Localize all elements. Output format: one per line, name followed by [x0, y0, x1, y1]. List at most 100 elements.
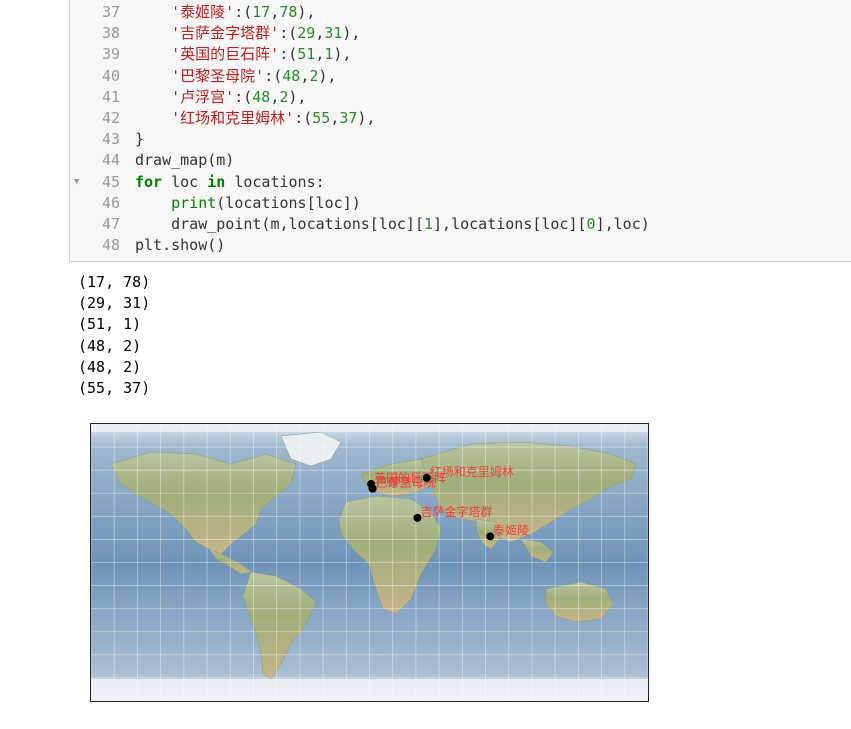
code-token: '泰姬陵': [171, 3, 235, 21]
output-line: (29, 31): [78, 294, 151, 313]
code-token: ,: [330, 109, 340, 127]
code-line[interactable]: 41 '卢浮宫':(48,2),: [70, 87, 850, 108]
code-text: for loc in locations:: [135, 172, 325, 193]
line-number: 39: [101, 45, 120, 64]
code-token: '卢浮宫': [171, 87, 235, 106]
location-label: 泰姬陵: [493, 523, 529, 537]
code-token: (locations[loc]): [216, 193, 361, 212]
code-token: 78: [279, 3, 298, 21]
code-token: in: [207, 172, 226, 191]
location-label: 红场和克里姆林: [430, 464, 514, 479]
output-line: (55, 37): [78, 378, 151, 397]
output-line: (17, 78): [78, 273, 151, 291]
code-line[interactable]: 48 plt.show(): [70, 235, 850, 256]
code-token: ,: [270, 87, 280, 106]
code-cell[interactable]: 37 '泰姬陵':(17,78), 38 '吉萨金字塔群':(29,31), 39 …: [69, 0, 851, 262]
location-label: 吉萨金字塔群: [420, 504, 492, 519]
code-text: '卢浮宫':(48,2),: [135, 87, 306, 108]
line-number: 44: [101, 151, 120, 170]
code-token: 55: [312, 109, 331, 127]
output-line: (51, 1): [78, 315, 142, 334]
code-token: 17: [252, 3, 271, 21]
code-line[interactable]: 43}: [70, 129, 850, 150]
code-line[interactable]: 39 '英国的巨石阵':(51,1),: [70, 44, 850, 65]
code-token: for: [135, 172, 163, 191]
code-token: :(: [279, 45, 298, 64]
code-token: ,: [315, 24, 325, 43]
line-number: 45: [101, 172, 120, 191]
code-token: draw_point(m,locations[loc][: [135, 215, 424, 233]
code-text: '英国的巨石阵':(51,1),: [135, 44, 351, 65]
code-token: 37: [339, 109, 358, 127]
code-token: print: [171, 193, 217, 212]
output-line: (48, 2): [78, 357, 142, 376]
line-number: 48: [101, 236, 120, 255]
code-token: :(: [264, 66, 283, 85]
code-line[interactable]: 46 print(locations[loc]): [70, 193, 850, 214]
line-number: 47: [101, 215, 120, 233]
code-token: ),: [342, 24, 361, 43]
code-text: '泰姬陵':(17,78),: [135, 2, 315, 23]
output-line: (48, 2): [78, 336, 142, 355]
code-token: ,: [315, 45, 325, 64]
world-map-svg: 泰姬陵吉萨金字塔群英国的巨石阵巴黎圣母院卢浮宫红场和克里姆林: [91, 424, 648, 701]
code-token: ),: [333, 45, 352, 64]
code-line[interactable]: 47 draw_point(m,locations[loc][1],locati…: [70, 214, 850, 235]
code-token: 29: [297, 24, 316, 43]
code-token: 51: [297, 45, 316, 64]
code-token: loc: [162, 172, 208, 191]
code-token: ],locations[loc][: [433, 215, 587, 233]
code-token: '吉萨金字塔群': [171, 24, 280, 43]
code-token: 31: [324, 24, 343, 43]
code-token: ),: [318, 66, 337, 85]
code-token: '红场和克里姆林': [171, 109, 295, 127]
code-text: '吉萨金字塔群':(29,31),: [135, 23, 360, 44]
code-token: plt.show(): [135, 236, 226, 255]
code-token: ),: [297, 3, 316, 21]
code-text: draw_map(m): [135, 150, 234, 171]
code-token: ),: [357, 109, 376, 127]
code-token: ,: [300, 66, 310, 85]
line-number: 41: [101, 87, 120, 106]
code-token: 1: [423, 215, 434, 233]
code-line[interactable]: 40 '巴黎圣母院':(48,2),: [70, 66, 850, 87]
code-line[interactable]: 38 '吉萨金字塔群':(29,31),: [70, 23, 850, 44]
line-number: 40: [101, 66, 120, 85]
code-token: 48: [282, 66, 301, 85]
code-token: locations:: [225, 172, 325, 191]
line-number: 43: [101, 130, 120, 149]
line-number: 38: [101, 24, 120, 43]
code-text: }: [135, 129, 144, 150]
code-line[interactable]: 42 '红场和克里姆林':(55,37),: [70, 108, 850, 129]
code-token: ),: [288, 87, 307, 106]
code-token: :(: [234, 87, 253, 106]
code-token: :(: [294, 109, 313, 127]
code-token: }: [135, 130, 145, 149]
code-token: 0: [586, 215, 596, 233]
code-token: :(: [234, 3, 253, 21]
code-line[interactable]: 37 '泰姬陵':(17,78),: [70, 2, 850, 23]
code-token: '英国的巨石阵': [171, 45, 280, 64]
code-text: plt.show(): [135, 235, 225, 256]
code-token: :(: [279, 24, 298, 43]
cell-output: (17, 78) (29, 31) (51, 1) (48, 2) (48, 2) (55…: [78, 272, 150, 399]
code-text: '巴黎圣母院':(48,2),: [135, 66, 336, 87]
code-text: '红场和克里姆林':(55,37),: [135, 108, 375, 129]
code-text: print(locations[loc]): [135, 193, 361, 214]
world-map: 泰姬陵 吉萨金字塔群 英国的巨石阵 巴黎圣母院 卢浮宫 红场和克里姆林: [90, 423, 649, 702]
code-token: draw_map(m): [135, 151, 235, 170]
line-number: 42: [101, 109, 120, 127]
line-number: 37: [101, 3, 120, 21]
code-token: 48: [252, 87, 271, 106]
code-token: ,: [270, 3, 280, 21]
code-line[interactable]: 44 draw_map(m): [70, 150, 850, 171]
code-line[interactable]: ▼ 45 for loc in locations:: [70, 172, 850, 193]
line-number: 46: [101, 193, 120, 212]
